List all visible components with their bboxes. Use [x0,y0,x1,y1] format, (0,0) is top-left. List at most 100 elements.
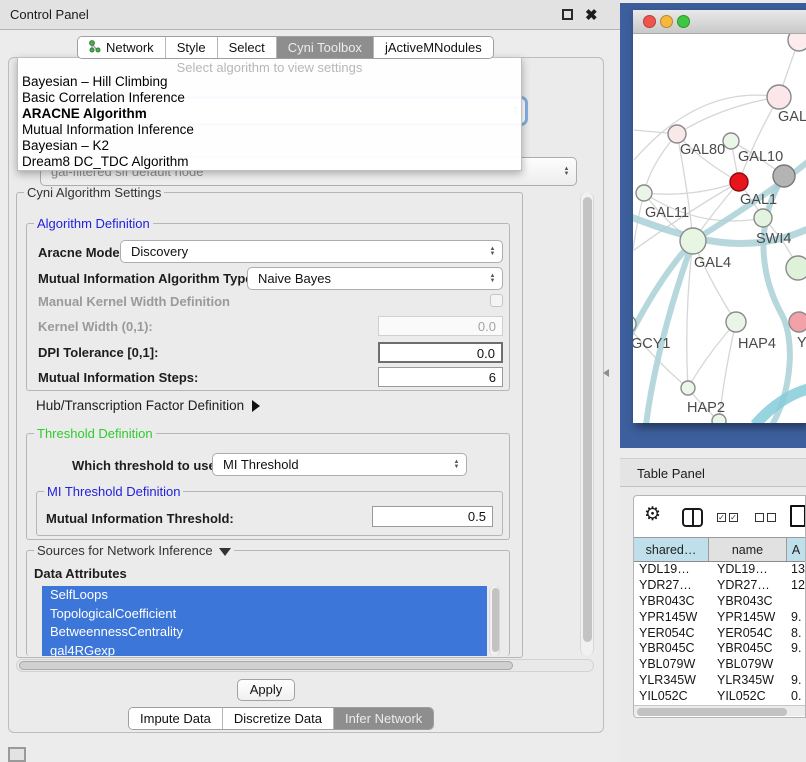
network-node[interactable] [636,185,652,201]
attributes-list-scrollbar[interactable] [489,586,500,656]
network-edge[interactable] [739,97,779,182]
table-horizontal-scrollbar[interactable] [634,705,806,716]
table-cell: 9. [787,673,805,689]
tab-select[interactable]: Select [218,37,277,58]
mi-algorithm-type-combo[interactable]: Naive Bayes▲▼ [247,267,503,290]
network-edge[interactable] [693,241,736,322]
settings-horizontal-scrollbar[interactable] [16,659,594,672]
column-header-shared-name[interactable]: shared… [634,538,709,561]
select-all-icon-2[interactable]: ✓ [729,513,738,522]
zoom-window-icon[interactable] [677,15,690,28]
tab-cyni-toolbox[interactable]: Cyni Toolbox [277,37,374,58]
export-table-icon[interactable] [790,505,806,527]
deselect-all-icon[interactable] [755,513,764,522]
table-row[interactable]: YBR045CYBR045C9. [634,641,805,657]
table-cell: 0. [787,689,805,705]
apply-button[interactable]: Apply [237,679,295,701]
network-edge-thick[interactable] [755,388,806,423]
table-row[interactable]: YLR345WYLR345W9. [634,673,805,689]
table-row[interactable]: YBL079WYBL079W [634,657,805,673]
table-row[interactable]: YDR27…YDR27…12 [634,578,805,594]
data-attribute-item[interactable]: SelfLoops [42,586,487,605]
network-node[interactable] [767,85,791,109]
kernel-width-field[interactable]: 0.0 [378,316,503,336]
table-cell: YBR043C [634,594,709,610]
collapse-arrow-icon[interactable] [219,548,231,556]
algorithm-option[interactable]: Bayesian – Hill Climbing [18,74,521,90]
network-edge[interactable] [644,182,739,194]
network-node[interactable] [680,228,706,254]
split-pane-collapse-arrow[interactable] [603,369,609,377]
kernel-width-label: Kernel Width (0,1): [38,319,153,334]
table-row[interactable]: YIL052CYIL052C0. [634,689,805,705]
dropdown-placeholder: Select algorithm to view settings [18,58,521,74]
tab-style[interactable]: Style [166,37,218,58]
show-columns-icon[interactable] [682,508,703,527]
table-cell: 13 [787,562,805,578]
tab-network-label: Network [106,40,154,55]
network-edge[interactable] [677,97,779,134]
column-header-name[interactable]: name [709,538,787,561]
data-attribute-item[interactable]: BetweennessCentrality [42,623,487,642]
network-node[interactable] [726,312,746,332]
table-cell: YBR045C [709,641,787,657]
mi-steps-field[interactable]: 6 [378,367,503,387]
hub-definition-section[interactable]: Hub/Transcription Factor Definition [36,398,260,413]
data-attribute-item[interactable]: TopologicalCoefficient [42,605,487,624]
threshold-definition-title: Threshold Definition [34,426,156,441]
network-edge[interactable] [644,134,677,193]
table-cell: 9. [787,641,805,657]
which-threshold-label: Which threshold to use: [72,458,220,473]
deselect-all-icon-2[interactable] [767,513,776,522]
table-row[interactable]: YBR043CYBR043C [634,594,805,610]
close-panel-icon[interactable]: ✖ [585,6,598,24]
algorithm-option[interactable]: Dream8 DC_TDC Algorithm [18,154,521,170]
aracne-mode-combo[interactable]: Discovery▲▼ [120,240,503,263]
algorithm-option[interactable]: Basic Correlation Inference [18,90,521,106]
table-cell: YBL079W [634,657,709,673]
manual-kernel-width-checkbox[interactable] [490,294,503,307]
network-node[interactable] [773,165,795,187]
hub-definition-label: Hub/Transcription Factor Definition [36,398,244,413]
network-node[interactable] [723,133,739,149]
network-node[interactable] [788,34,806,51]
table-row[interactable]: YPR145WYPR145W9. [634,610,805,626]
tab-discretize-data[interactable]: Discretize Data [223,708,334,729]
table-row[interactable]: YDL19…YDL19…13 [634,562,805,578]
float-panel-icon[interactable] [562,9,573,20]
table-cell: YIL052C [709,689,787,705]
network-node[interactable] [786,256,806,280]
table-panel-title: Table Panel [637,466,705,481]
mi-threshold-field[interactable]: 0.5 [372,506,493,527]
table-cell: YDL19… [634,562,709,578]
tab-impute-data[interactable]: Impute Data [129,708,223,729]
table-row[interactable]: YER054CYER054C8. [634,626,805,642]
network-node[interactable] [681,381,695,395]
tab-infer-network[interactable]: Infer Network [334,708,433,729]
algorithm-option[interactable]: Mutual Information Inference [18,122,521,138]
network-canvas[interactable]: GALGAL80GAL10GAL11GAL1SWI4GAL4GCY1HAP4YH… [633,34,806,423]
algorithm-option[interactable]: ARACNE Algorithm [18,106,521,122]
network-edge[interactable] [633,193,644,324]
settings-vertical-scrollbar[interactable] [580,192,594,656]
minimize-window-icon[interactable] [660,15,673,28]
network-view-window: GALGAL80GAL10GAL11GAL1SWI4GAL4GCY1HAP4YH… [633,10,806,423]
select-all-icon[interactable]: ✓ [717,513,726,522]
gear-icon[interactable]: ⚙ [644,503,661,526]
network-node[interactable] [754,209,772,227]
network-node[interactable] [730,173,748,191]
network-window-titlebar[interactable] [633,10,806,34]
which-threshold-combo[interactable]: MI Threshold▲▼ [212,453,467,476]
table-cell: 12 [787,578,805,594]
dpi-tolerance-field[interactable]: 0.0 [378,342,503,363]
data-attribute-item[interactable]: gal4RGexp [42,642,487,657]
tab-jactivemnodules[interactable]: jActiveMNodules [374,37,493,58]
docked-panel-icon[interactable] [8,747,26,762]
network-node[interactable] [789,312,806,332]
algorithm-option[interactable]: Bayesian – K2 [18,138,521,154]
tab-network[interactable]: Network [78,37,166,58]
column-header-third[interactable]: A [787,538,805,561]
close-window-icon[interactable] [643,15,656,28]
network-node[interactable] [668,125,686,143]
expand-arrow-icon[interactable] [252,400,260,412]
